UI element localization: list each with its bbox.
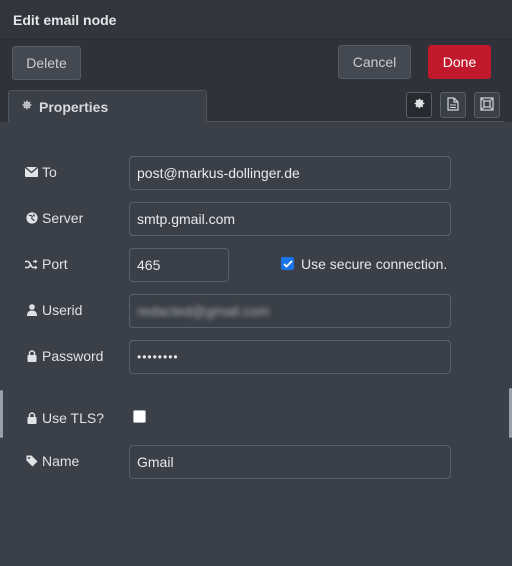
password-label: Password xyxy=(25,346,103,366)
lock-icon xyxy=(25,350,38,362)
tls-checkbox[interactable] xyxy=(133,410,146,423)
secure-connection-label: Use secure connection. xyxy=(301,256,448,272)
cancel-button[interactable]: Cancel xyxy=(338,45,411,79)
userid-label: Userid xyxy=(25,300,82,320)
document-icon xyxy=(447,96,459,114)
to-label: To xyxy=(25,162,57,182)
envelope-icon xyxy=(25,167,38,177)
password-input[interactable]: •••••••• xyxy=(129,340,451,374)
port-label: Port xyxy=(25,254,68,274)
tls-label: Use TLS? xyxy=(25,408,104,428)
port-input[interactable]: 465 xyxy=(129,248,229,282)
to-input[interactable]: post@markus-dollinger.de xyxy=(129,156,451,190)
tab-description[interactable] xyxy=(440,92,466,118)
userid-value: redacted@gmail.com xyxy=(137,303,270,319)
dialog-title: Edit email node xyxy=(13,12,117,28)
resize-handle-left[interactable] xyxy=(0,390,3,438)
tag-icon xyxy=(25,455,38,467)
lock-icon xyxy=(25,412,38,424)
gear-icon xyxy=(21,99,33,114)
shuffle-icon xyxy=(25,259,38,270)
tab-appearance[interactable] xyxy=(474,92,500,118)
server-label: Server xyxy=(25,208,83,228)
secure-connection-checkbox[interactable] xyxy=(281,257,294,270)
userid-input[interactable]: redacted@gmail.com xyxy=(129,294,451,328)
tab-properties[interactable]: Properties xyxy=(8,90,207,122)
server-input[interactable]: smtp.gmail.com xyxy=(129,202,451,236)
dialog-titlebar: Edit email node xyxy=(0,0,512,40)
done-button[interactable]: Done xyxy=(428,45,491,79)
frame-icon xyxy=(480,96,494,114)
globe-icon xyxy=(25,212,38,224)
delete-button[interactable]: Delete xyxy=(12,46,81,80)
tab-properties-label: Properties xyxy=(39,98,109,115)
name-label: Name xyxy=(25,451,79,471)
tab-settings[interactable] xyxy=(406,92,432,118)
user-icon xyxy=(25,304,38,316)
gear-icon xyxy=(413,97,426,113)
name-input[interactable]: Gmail xyxy=(129,445,451,479)
